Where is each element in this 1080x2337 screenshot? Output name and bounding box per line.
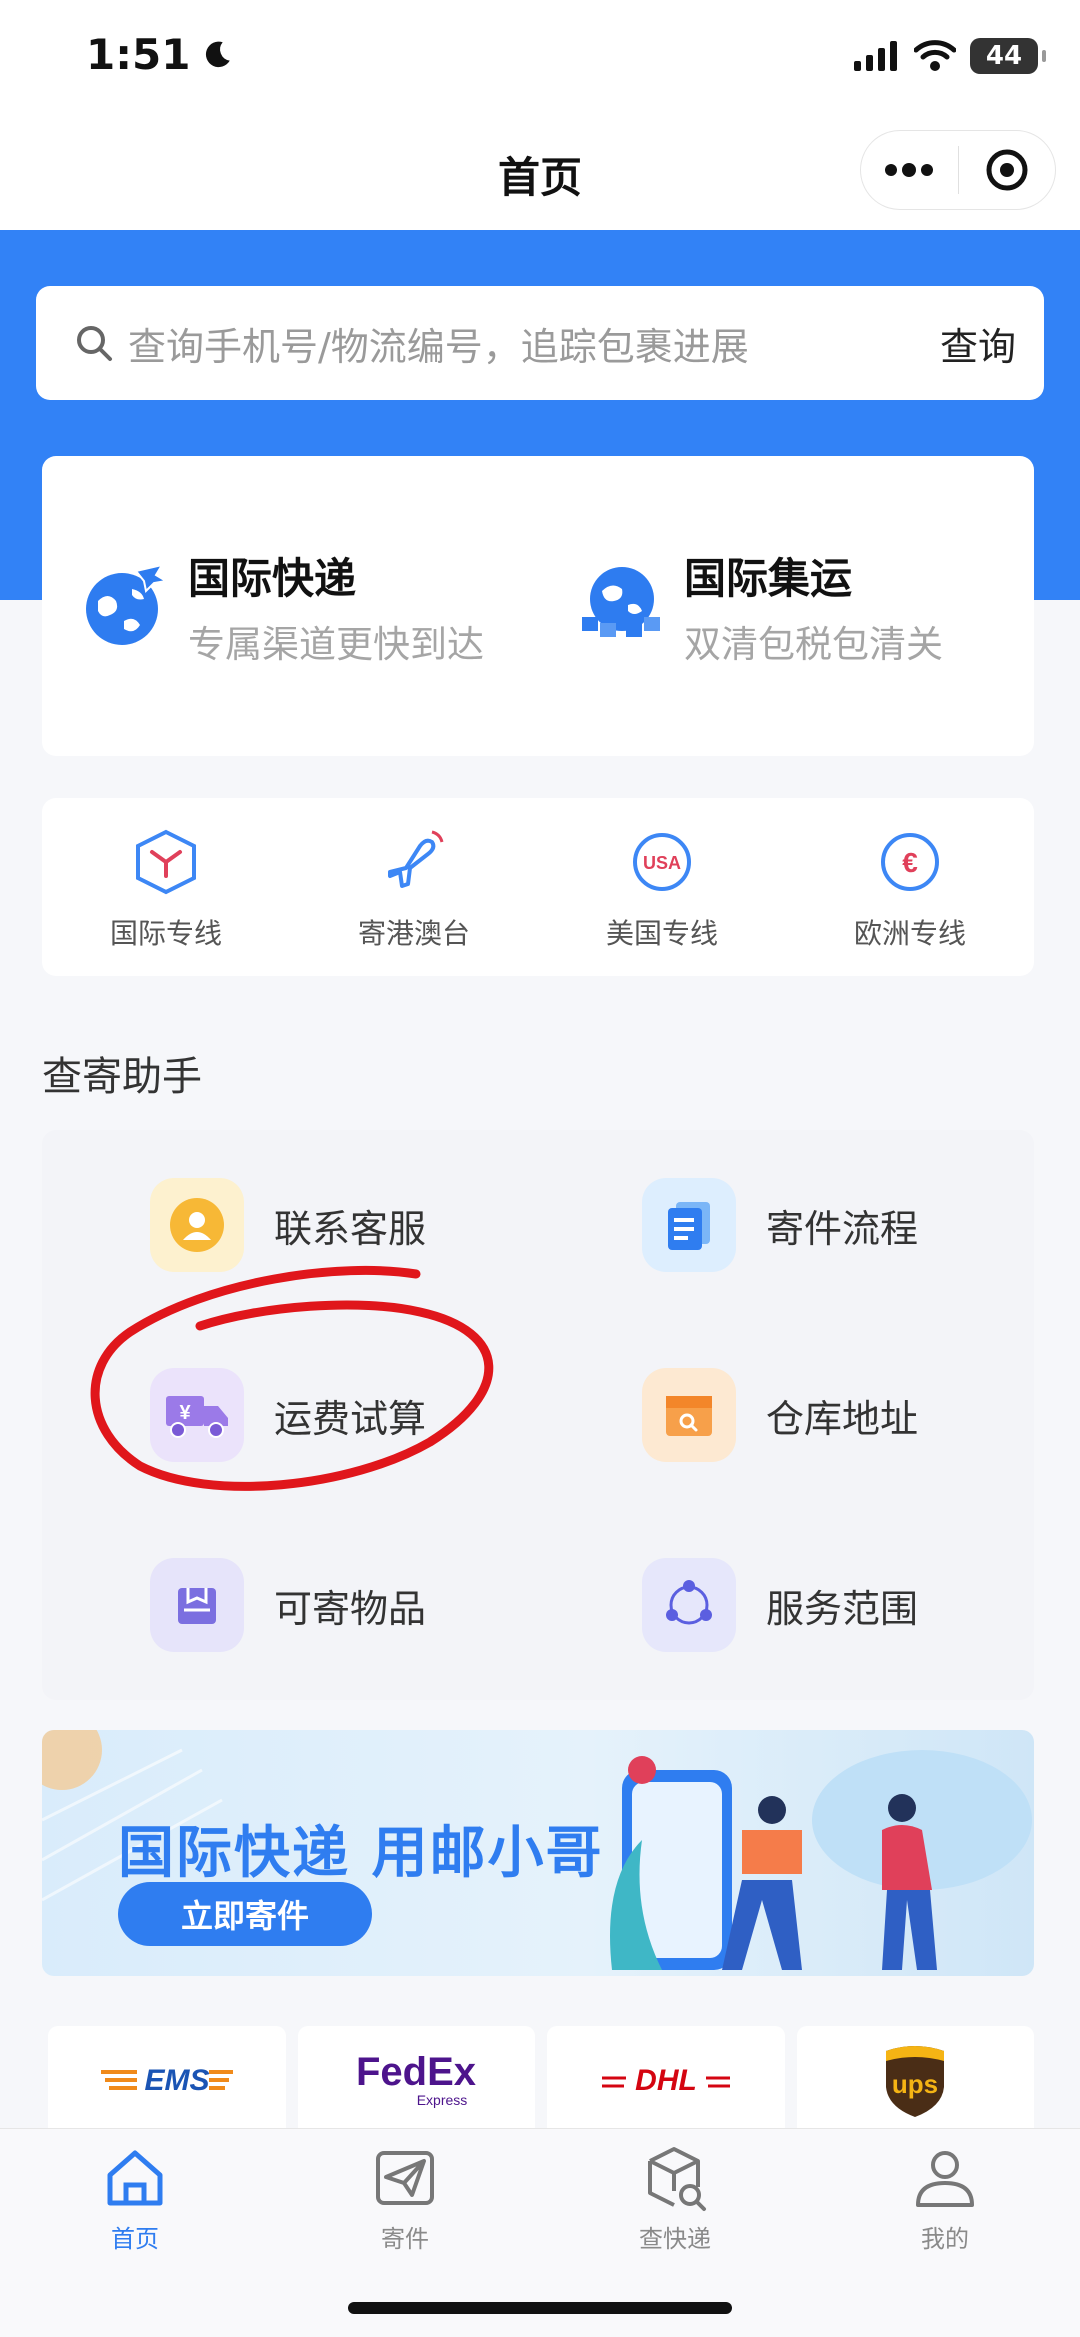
ups-logo: ups bbox=[886, 2046, 945, 2117]
intl-consolidation-item[interactable]: 国际集运 双清包税包清关 bbox=[538, 456, 1034, 756]
carrier-logos: EMS FedEx Express DHL ups bbox=[48, 2026, 1034, 2136]
moon-icon bbox=[206, 41, 231, 67]
search-icon bbox=[77, 326, 112, 361]
ems-logo-text: EMS bbox=[144, 2064, 209, 2097]
status-time: 1:51 bbox=[86, 30, 234, 79]
search-button[interactable]: 查询 bbox=[940, 316, 1016, 371]
signal-icon bbox=[854, 41, 897, 71]
line-label: 美国专线 bbox=[605, 917, 718, 950]
home-icon bbox=[107, 2150, 163, 2206]
line-label: 寄港澳台 bbox=[357, 917, 470, 950]
document-icon bbox=[642, 1178, 736, 1272]
banner-headline: 国际快递 用邮小哥 bbox=[118, 1821, 604, 1886]
ems-logo: EMS bbox=[100, 2064, 233, 2097]
miniapp-capsule bbox=[860, 130, 1056, 210]
line-usa[interactable]: USA 美国专线 bbox=[538, 798, 786, 976]
line-hk-macau-tw[interactable]: 寄港澳台 bbox=[290, 798, 538, 976]
tab-label: 我的 bbox=[921, 2225, 969, 2253]
usa-badge-text: USA bbox=[643, 853, 681, 873]
battery-indicator: 44 bbox=[970, 38, 1046, 74]
close-miniapp-button[interactable] bbox=[959, 131, 1056, 209]
airplane-icon bbox=[388, 830, 444, 888]
helper-shippable-items[interactable]: 可寄物品 bbox=[42, 1510, 538, 1700]
intl-express-title: 国际快递 bbox=[188, 553, 357, 603]
helper-label: 运费试算 bbox=[274, 1396, 427, 1441]
status-bar: 1:51 44 bbox=[0, 0, 1080, 118]
battery-level: 44 bbox=[985, 41, 1023, 71]
promo-banner[interactable]: 国际快递 用邮小哥 立即寄件 bbox=[42, 1730, 1034, 1976]
helper-section-title: 查寄助手 bbox=[42, 1054, 202, 1100]
euro-icon: € bbox=[881, 833, 939, 891]
track-icon bbox=[648, 2147, 706, 2211]
fedex-logo-text: FedEx bbox=[356, 2050, 476, 2094]
intl-services-card: 国际快递 专属渠道更快到达 国际集运 双清包税包清关 bbox=[42, 456, 1034, 756]
fedex-logo-subtext: Express bbox=[417, 2092, 468, 2108]
helper-label: 联系客服 bbox=[274, 1206, 427, 1251]
send-icon bbox=[376, 2151, 434, 2205]
usa-icon: USA bbox=[633, 833, 691, 891]
search-bar[interactable]: 查询手机号/物流编号，追踪包裹进展 查询 bbox=[36, 286, 1044, 400]
more-dots-icon bbox=[885, 163, 934, 177]
status-icons: 44 bbox=[854, 38, 1046, 74]
profile-icon bbox=[916, 2151, 974, 2207]
wifi-icon bbox=[914, 40, 956, 71]
dhl-logo-text: DHL bbox=[635, 2064, 697, 2097]
euro-badge-text: € bbox=[902, 847, 918, 878]
line-europe[interactable]: € 欧洲专线 bbox=[786, 798, 1034, 976]
helper-shipping-process[interactable]: 寄件流程 bbox=[538, 1130, 1034, 1320]
box-icon bbox=[136, 829, 196, 895]
tab-label: 寄件 bbox=[381, 2225, 429, 2253]
helper-grid: 联系客服 寄件流程 ¥ 运费试算 仓库地址 可寄物品 服务范围 bbox=[42, 1130, 1034, 1700]
intl-express-subtitle: 专属渠道更快到达 bbox=[188, 622, 484, 666]
ship-now-button[interactable]: 立即寄件 bbox=[118, 1882, 372, 1946]
line-label: 国际专线 bbox=[109, 917, 222, 950]
helper-warehouse-address[interactable]: 仓库地址 bbox=[538, 1320, 1034, 1510]
helper-label: 可寄物品 bbox=[274, 1586, 427, 1631]
intl-consolidation-subtitle: 双清包税包清关 bbox=[684, 622, 943, 666]
package-icon bbox=[150, 1558, 244, 1652]
warehouse-box-icon bbox=[642, 1368, 736, 1462]
helper-label: 服务范围 bbox=[766, 1586, 919, 1631]
tab-profile[interactable]: 我的 bbox=[810, 2129, 1080, 2337]
helper-fee-calculator[interactable]: ¥ 运费试算 bbox=[42, 1320, 538, 1510]
line-international[interactable]: 国际专线 bbox=[42, 798, 290, 976]
time-text: 1:51 bbox=[86, 30, 191, 79]
intl-express-item[interactable]: 国际快递 专属渠道更快到达 bbox=[42, 456, 538, 756]
dhl-logo: DHL bbox=[601, 2064, 730, 2097]
shipping-lines: 国际专线 寄港澳台 USA 美国专线 € 欧洲专线 bbox=[42, 798, 1034, 976]
carrier-dhl[interactable]: DHL bbox=[547, 2026, 785, 2136]
fedex-logo: FedEx Express bbox=[356, 2050, 476, 2108]
nav-bar: 首页 bbox=[0, 118, 1080, 230]
intl-consolidation-title: 国际集运 bbox=[684, 553, 853, 603]
tab-home[interactable]: 首页 bbox=[0, 2129, 270, 2337]
more-button[interactable] bbox=[861, 131, 958, 209]
globe-cargo-icon bbox=[582, 567, 660, 637]
line-label: 欧洲专线 bbox=[853, 917, 966, 950]
customer-service-icon bbox=[150, 1178, 244, 1272]
yen-glyph: ¥ bbox=[179, 1402, 191, 1424]
carrier-ems[interactable]: EMS bbox=[48, 2026, 286, 2136]
truck-icon: ¥ bbox=[150, 1368, 244, 1462]
helper-service-scope[interactable]: 服务范围 bbox=[538, 1510, 1034, 1700]
network-icon bbox=[642, 1558, 736, 1652]
carrier-fedex[interactable]: FedEx Express bbox=[297, 2026, 535, 2136]
search-input[interactable]: 查询手机号/物流编号，追踪包裹进展 bbox=[128, 316, 940, 371]
tab-label: 查快递 bbox=[639, 2225, 711, 2253]
target-icon bbox=[986, 149, 1028, 191]
helper-label: 仓库地址 bbox=[766, 1396, 919, 1441]
helper-label: 寄件流程 bbox=[766, 1206, 919, 1251]
globe-plane-icon bbox=[86, 563, 169, 645]
helper-customer-service[interactable]: 联系客服 bbox=[42, 1130, 538, 1320]
ups-logo-text: ups bbox=[892, 2069, 938, 2099]
carrier-ups[interactable]: ups bbox=[796, 2026, 1034, 2136]
tab-label: 首页 bbox=[111, 2225, 159, 2253]
home-indicator bbox=[348, 2302, 732, 2314]
